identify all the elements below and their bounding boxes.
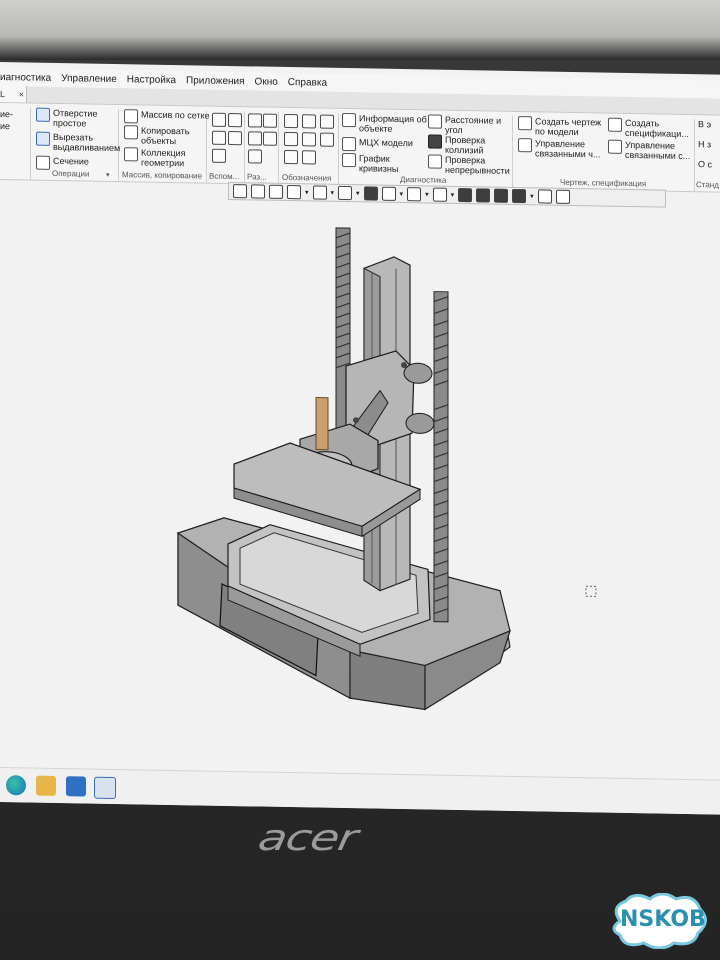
- file-explorer-icon[interactable]: [36, 775, 56, 796]
- kompas-3d-icon[interactable]: [94, 776, 116, 800]
- brass-bolt: [315, 397, 329, 451]
- watermark-text: NSKOB: [620, 907, 706, 932]
- background-wall: [0, 0, 720, 60]
- 3d-viewport[interactable]: [0, 62, 720, 815]
- cad-application-window: иагностика Управление Настройка Приложен…: [0, 62, 720, 815]
- monitor-photo: иагностика Управление Настройка Приложен…: [0, 0, 720, 960]
- edge-icon[interactable]: [6, 775, 26, 796]
- cursor-crosshair-icon: [585, 585, 597, 597]
- lead-screw-right[interactable]: [433, 291, 449, 623]
- acer-logo: acer: [255, 818, 360, 859]
- mail-icon[interactable]: [66, 776, 86, 797]
